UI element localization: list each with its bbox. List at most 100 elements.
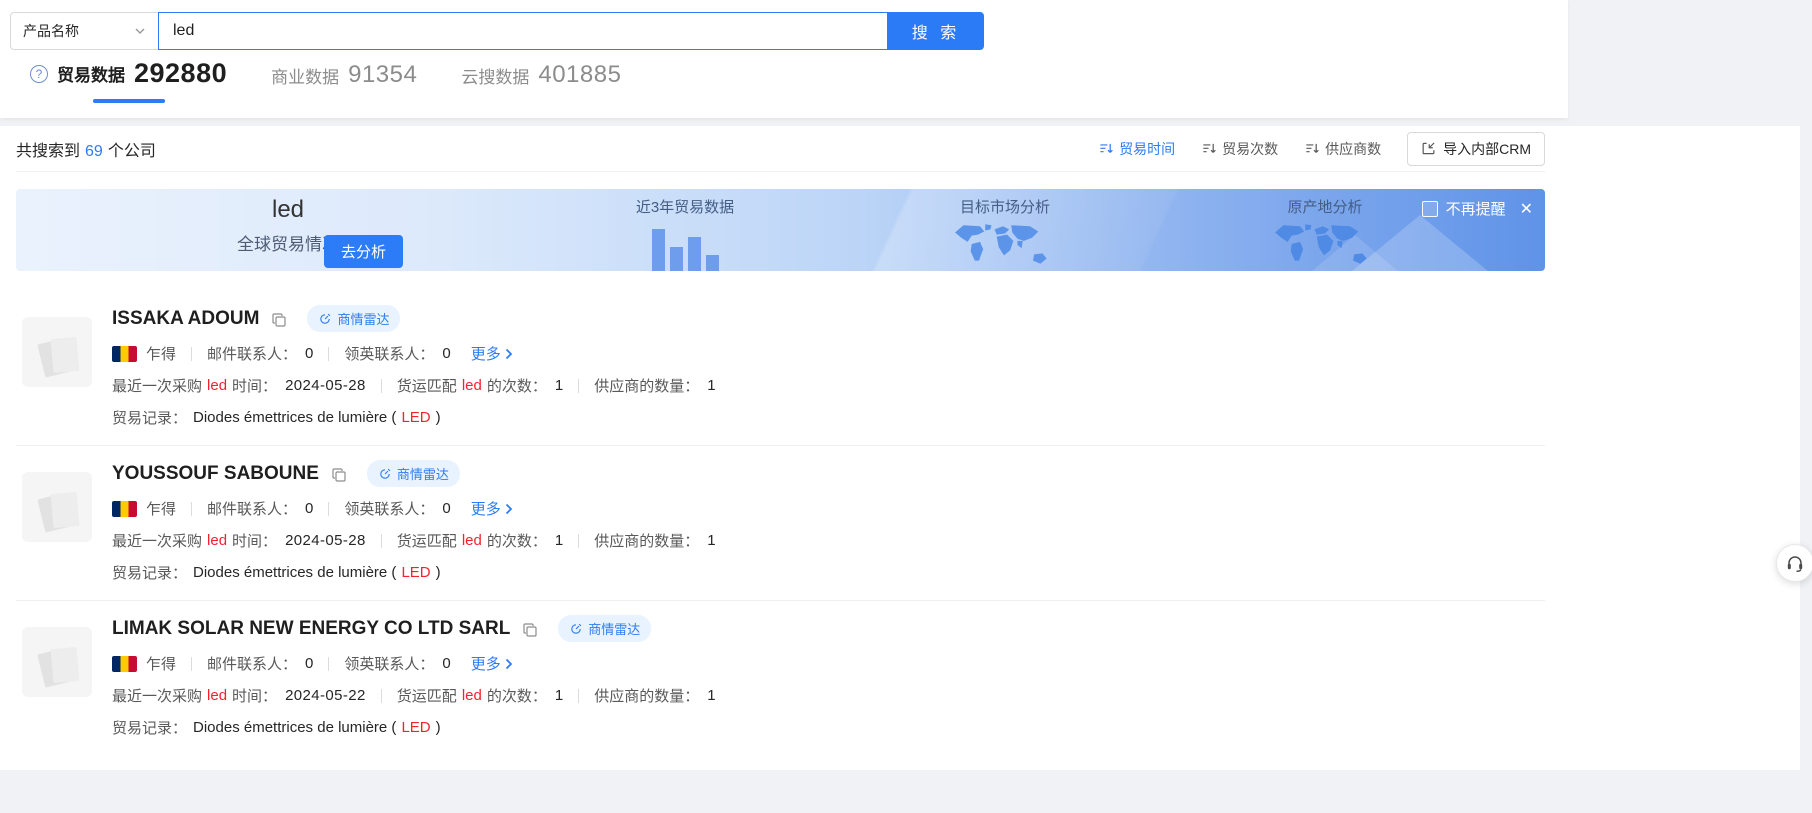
- country-name: 乍得: [146, 653, 176, 674]
- country-flag-chad: [112, 501, 137, 517]
- more-link[interactable]: 更多: [471, 343, 514, 364]
- divider: [328, 347, 329, 361]
- chevron-down-icon: [134, 25, 146, 37]
- company-thumbnail[interactable]: [22, 627, 92, 697]
- sort-trade-time[interactable]: 贸易时间: [1098, 139, 1175, 159]
- freight-match-count: 1: [555, 377, 563, 394]
- sort-icon: [1098, 141, 1113, 156]
- tab-label: 商业数据: [271, 63, 339, 88]
- email-contact-count: 0: [305, 345, 313, 362]
- search-input[interactable]: [158, 12, 888, 50]
- trade-record-text: Diodes émettrices de lumière (: [193, 409, 396, 426]
- search-category-select[interactable]: 产品名称: [10, 12, 158, 50]
- search-button[interactable]: 搜 索: [888, 12, 984, 50]
- tab-cloud-search-data[interactable]: 云搜数据 401885: [461, 61, 621, 103]
- sort-label: 供应商数: [1325, 139, 1381, 159]
- trade-mini-chart: [595, 223, 775, 271]
- last-purchase-date: 2024-05-28: [285, 377, 366, 394]
- divider: [578, 689, 579, 703]
- banner-target-market-section: 目标市场分析: [915, 196, 1095, 271]
- company-thumbnail[interactable]: [22, 472, 92, 542]
- trade-record-text: Diodes émettrices de lumière (: [193, 719, 396, 736]
- search-bar: 产品名称 搜 索: [10, 12, 984, 50]
- country-name: 乍得: [146, 498, 176, 519]
- radar-icon: [318, 312, 332, 326]
- radar-badge[interactable]: 商情雷达: [367, 460, 460, 487]
- divider: [328, 502, 329, 516]
- tab-business-data[interactable]: 商业数据 91354: [271, 61, 417, 103]
- dont-remind-checkbox[interactable]: [1422, 201, 1438, 217]
- divider: [381, 534, 382, 548]
- company-thumbnail[interactable]: [22, 317, 92, 387]
- divider: [191, 347, 192, 361]
- supplier-count: 1: [707, 377, 715, 394]
- tab-label: 云搜数据: [461, 63, 529, 88]
- close-icon[interactable]: ✕: [1520, 199, 1533, 219]
- last-purchase-date: 2024-05-28: [285, 532, 366, 549]
- keyword-highlight: LED: [401, 564, 430, 581]
- import-crm-button[interactable]: 导入内部CRM: [1407, 132, 1545, 166]
- copy-icon[interactable]: [522, 622, 538, 638]
- email-contact-count: 0: [305, 655, 313, 672]
- divider: [381, 379, 382, 393]
- divider: [578, 379, 579, 393]
- banner-chart-title: 近3年贸易数据: [595, 196, 775, 217]
- page-header: 产品名称 搜 索 ? 贸易数据 292880 商业数据 91354 云搜数据 4…: [0, 0, 1568, 118]
- divider: [191, 502, 192, 516]
- results-panel: 共搜索到69个公司 贸易时间 贸易次数 供应商数 导入内部CRM: [0, 126, 1800, 770]
- radar-icon: [378, 467, 392, 481]
- tab-count: 401885: [538, 61, 621, 89]
- company-list: ISSAKA ADOUM 商情雷达 乍得 邮件联系人：: [16, 291, 1545, 755]
- more-link[interactable]: 更多: [471, 498, 514, 519]
- import-icon: [1421, 141, 1436, 156]
- tab-count: 91354: [348, 61, 417, 89]
- chevron-right-icon: [505, 348, 514, 360]
- chevron-right-icon: [505, 658, 514, 670]
- trade-record-text: Diodes émettrices de lumière (: [193, 564, 396, 581]
- sort-icon: [1304, 141, 1319, 156]
- linkedin-contact-count: 0: [442, 655, 450, 672]
- keyword-highlight: led: [207, 377, 227, 394]
- divider: [578, 534, 579, 548]
- linkedin-contact-count: 0: [442, 345, 450, 362]
- banner-origin-section: 原产地分析: [1235, 196, 1415, 271]
- results-summary: 共搜索到69个公司: [16, 137, 156, 161]
- sort-trade-count[interactable]: 贸易次数: [1201, 139, 1278, 159]
- company-card: YOUSSOUF SABOUNE 商情雷达 乍得 邮件联系人：: [16, 446, 1545, 601]
- headset-icon: [1785, 553, 1805, 573]
- tab-trade-data[interactable]: ? 贸易数据 292880: [30, 58, 227, 103]
- supplier-count: 1: [707, 532, 715, 549]
- divider: [191, 657, 192, 671]
- keyword-highlight: led: [207, 532, 227, 549]
- radar-badge[interactable]: 商情雷达: [307, 305, 400, 332]
- radar-badge[interactable]: 商情雷达: [558, 615, 651, 642]
- keyword-highlight: led: [207, 687, 227, 704]
- more-link[interactable]: 更多: [471, 653, 514, 674]
- analysis-banner[interactable]: led 全球贸易情况 去分析 近3年贸易数据 目标市场分析: [16, 189, 1545, 271]
- sort-supplier-count[interactable]: 供应商数: [1304, 139, 1381, 159]
- keyword-highlight: LED: [401, 409, 430, 426]
- company-name[interactable]: YOUSSOUF SABOUNE: [112, 463, 319, 485]
- company-card: LIMAK SOLAR NEW ENERGY CO LTD SARL 商情雷达 …: [16, 601, 1545, 755]
- divider: [381, 689, 382, 703]
- copy-icon[interactable]: [271, 312, 287, 328]
- banner-trade-chart-section: 近3年贸易数据: [595, 196, 775, 271]
- analyze-button[interactable]: 去分析: [324, 235, 403, 268]
- search-category-label: 产品名称: [23, 21, 79, 41]
- customer-service-button[interactable]: [1776, 544, 1812, 582]
- tab-label: 贸易数据: [57, 61, 125, 86]
- freight-match-count: 1: [555, 532, 563, 549]
- company-name[interactable]: LIMAK SOLAR NEW ENERGY CO LTD SARL: [112, 618, 510, 640]
- banner-keyword: led: [178, 196, 398, 224]
- keyword-highlight: LED: [401, 719, 430, 736]
- world-map-graphic: [953, 222, 1057, 268]
- world-map-graphic: [1273, 222, 1377, 268]
- help-icon[interactable]: ?: [30, 65, 48, 83]
- email-contact-count: 0: [305, 500, 313, 517]
- dont-remind-label: 不再提醒: [1446, 198, 1506, 219]
- sort-label: 贸易次数: [1222, 139, 1278, 159]
- company-name[interactable]: ISSAKA ADOUM: [112, 308, 259, 330]
- company-card: ISSAKA ADOUM 商情雷达 乍得 邮件联系人：: [16, 291, 1545, 446]
- copy-icon[interactable]: [331, 467, 347, 483]
- radar-icon: [569, 622, 583, 636]
